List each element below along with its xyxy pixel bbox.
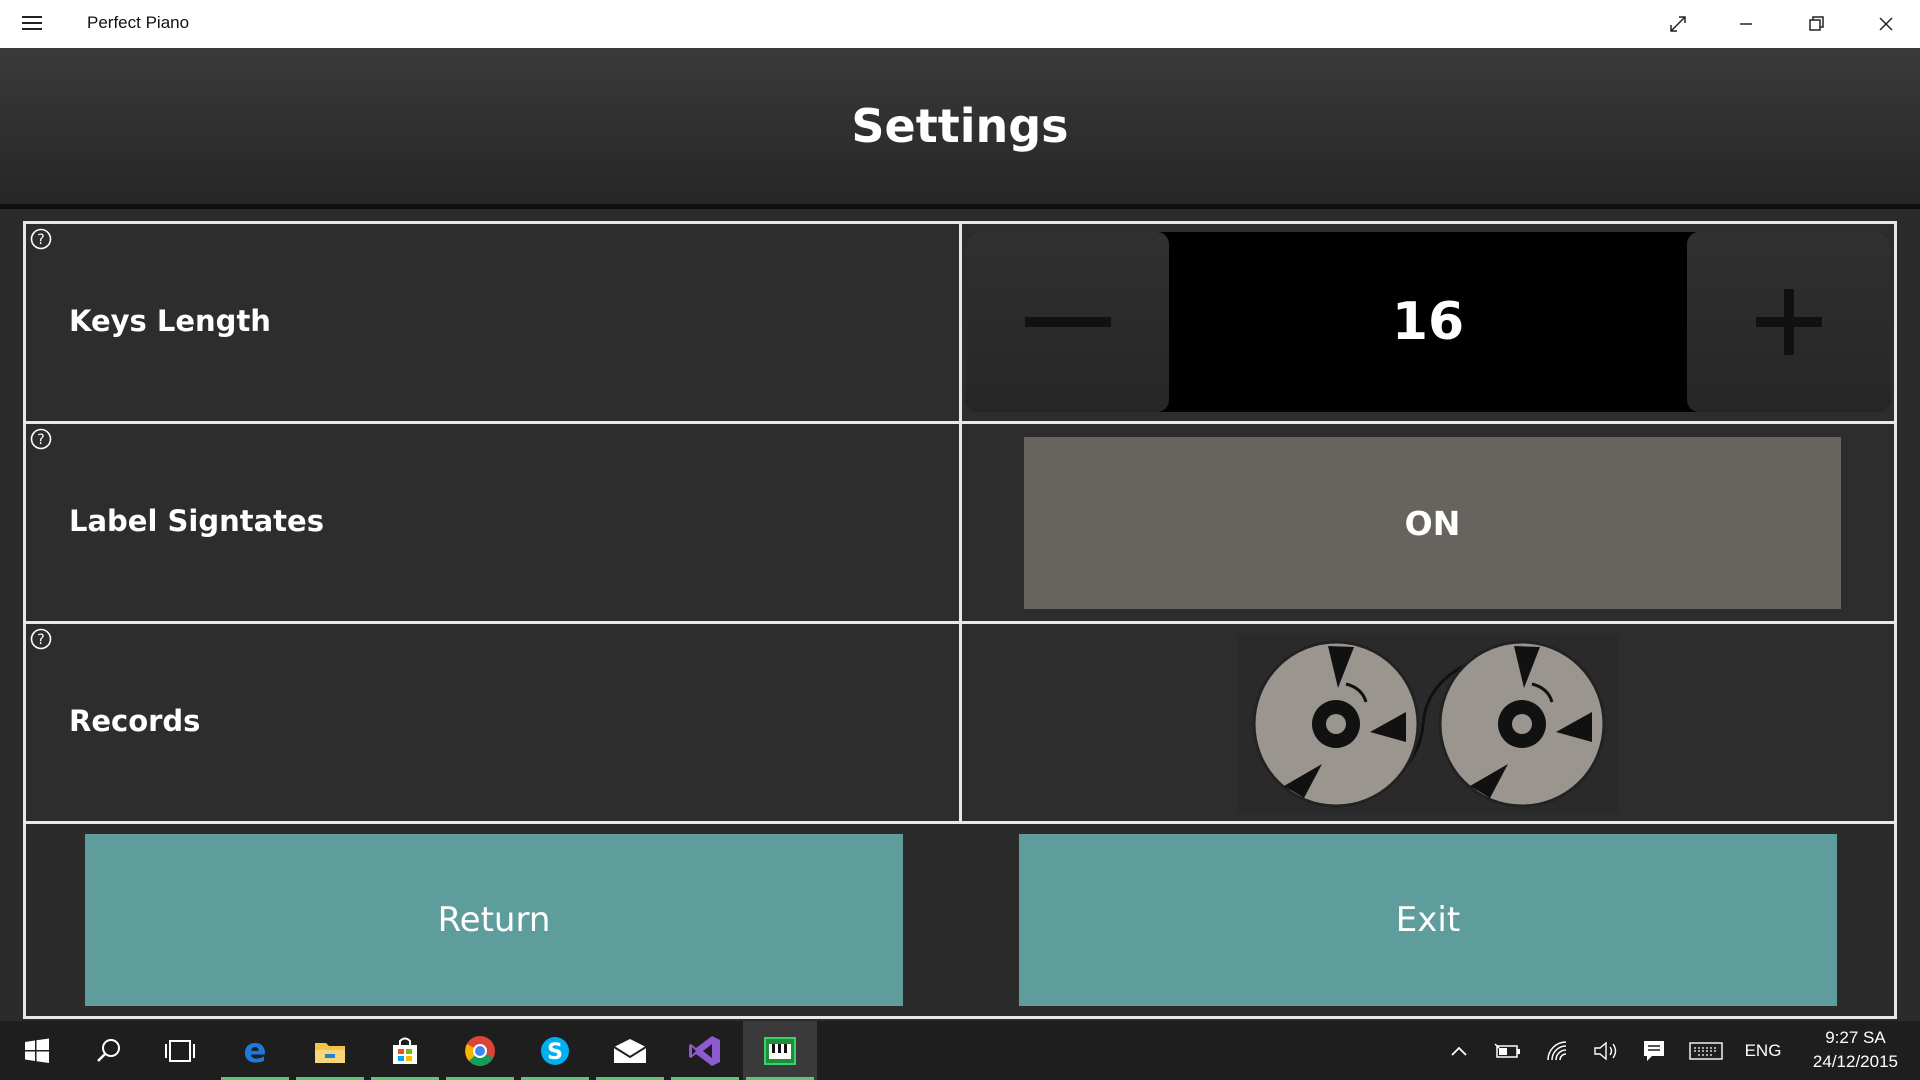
title-bar: Perfect Piano [0, 0, 1920, 49]
return-button[interactable]: Return [85, 834, 903, 1006]
windows-start-icon[interactable] [0, 1021, 74, 1080]
svg-text:S: S [547, 1040, 563, 1065]
setting-label-cell: ? Label Signtates [26, 424, 962, 621]
app-title: Perfect Piano [87, 13, 190, 32]
piano-app-icon[interactable] [743, 1021, 817, 1080]
svg-text:?: ? [37, 432, 44, 448]
setting-label: Records [69, 704, 201, 738]
minimize-icon[interactable] [1712, 0, 1780, 48]
minus-icon [1024, 317, 1111, 327]
keys-length-value: 16 [1391, 292, 1465, 352]
expand-icon[interactable] [1644, 0, 1712, 48]
close-icon[interactable] [1852, 0, 1920, 48]
help-icon[interactable]: ? [30, 628, 52, 650]
chrome-icon[interactable] [443, 1021, 517, 1080]
keys-length-stepper: 16 [966, 232, 1890, 412]
settings-panel: ? Keys Length 16 ? Label Signtates ON ? … [23, 221, 1897, 1019]
action-center-icon[interactable] [1636, 1021, 1672, 1080]
decrement-button[interactable] [966, 232, 1169, 412]
visual-studio-icon[interactable] [668, 1021, 742, 1080]
records-button[interactable] [1238, 634, 1618, 814]
system-clock[interactable]: 9:27 SA 24/12/2015 [1813, 1026, 1898, 1074]
language-indicator[interactable]: ENG [1738, 1021, 1788, 1080]
search-icon[interactable] [72, 1021, 146, 1080]
setting-row-keys-length: ? Keys Length 16 [26, 224, 1894, 424]
svg-text:?: ? [37, 232, 44, 248]
setting-row-label-signtates: ? Label Signtates ON [26, 424, 1894, 624]
setting-label-cell: ? Records [26, 624, 962, 821]
edge-icon[interactable]: e [218, 1021, 292, 1080]
skype-icon[interactable]: S [518, 1021, 592, 1080]
tape-reels-icon [1252, 640, 1606, 808]
taskbar: e S ENG 9:27 SA 24/12/2015 [0, 1021, 1920, 1080]
svg-text:e: e [243, 1035, 266, 1067]
setting-label: Label Signtates [69, 504, 324, 538]
volume-icon[interactable] [1588, 1021, 1624, 1080]
setting-control-cell [962, 624, 1894, 821]
file-explorer-icon[interactable] [293, 1021, 367, 1080]
clock-date: 24/12/2015 [1812, 1052, 1898, 1071]
chevron-up-icon[interactable] [1444, 1021, 1474, 1080]
wifi-icon[interactable] [1540, 1021, 1576, 1080]
setting-row-records: ? Records [26, 624, 1894, 824]
setting-label-cell: ? Keys Length [26, 224, 962, 421]
help-icon[interactable]: ? [30, 428, 52, 450]
label-signtates-toggle[interactable]: ON [1024, 437, 1841, 609]
store-icon[interactable] [368, 1021, 442, 1080]
page-title: Settings [851, 99, 1069, 153]
keyboard-icon[interactable] [1684, 1021, 1728, 1080]
hamburger-menu-icon[interactable] [22, 16, 42, 30]
plus-icon [1755, 289, 1822, 355]
mail-icon[interactable] [593, 1021, 667, 1080]
clock-time: 9:27 SA [1825, 1028, 1886, 1047]
task-view-icon[interactable] [143, 1021, 217, 1080]
help-icon[interactable]: ? [30, 228, 52, 250]
restore-icon[interactable] [1782, 0, 1850, 48]
setting-control-cell: 16 [962, 224, 1894, 421]
svg-text:?: ? [37, 632, 44, 648]
increment-button[interactable] [1687, 232, 1890, 412]
action-buttons-row: Return Exit [26, 824, 1894, 1016]
exit-button[interactable]: Exit [1019, 834, 1837, 1006]
setting-control-cell: ON [962, 424, 1894, 621]
battery-icon[interactable] [1490, 1021, 1526, 1080]
page-header: Settings [0, 48, 1920, 209]
setting-label: Keys Length [69, 304, 271, 338]
